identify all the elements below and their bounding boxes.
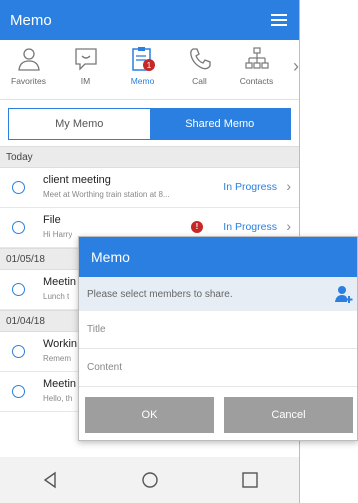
memo-title: Meetin [43,276,77,288]
select-members-field[interactable]: Please select members to share. [79,277,357,311]
dialog-title: Memo [79,237,357,277]
memo-subtitle: Meet at Worthing train station at 8... [43,190,170,199]
cancel-button[interactable]: Cancel [224,397,353,433]
nav-favorites[interactable]: Favorites [0,40,57,99]
chat-icon [74,48,97,71]
hamburger-menu-icon[interactable] [259,0,299,40]
app-title: Memo [10,11,52,29]
radio-button[interactable] [12,181,25,194]
nav-label: Favorites [11,76,46,86]
chevron-right-icon: › [286,178,291,194]
nav-label: Memo [130,76,155,86]
memo-tabs: My Memo Shared Memo [8,108,291,140]
memo-subtitle: Lunch t [43,292,70,301]
recents-icon[interactable] [230,465,270,495]
add-member-icon[interactable] [333,284,353,304]
app-bar: Memo [0,0,299,40]
memo-title: File [43,214,61,226]
radio-button[interactable] [12,221,25,234]
memo-badge: 1 [146,61,151,70]
memo-title: Meetin [43,378,77,390]
ok-button[interactable]: OK [85,397,214,433]
top-nav: Favorites IM 1 Memo Call Contacts › [0,40,299,100]
nav-label: IM [80,76,91,86]
nav-call[interactable]: Call [171,40,228,99]
tab-shared-memo[interactable]: Shared Memo [149,109,290,139]
phone-icon [189,48,211,70]
error-icon: ! [191,221,203,233]
nav-im[interactable]: IM [57,40,114,99]
memo-subtitle: Hello, th [43,394,73,403]
nav-contacts[interactable]: Contacts [228,40,285,99]
memo-subtitle: Hi Harry [43,230,73,239]
person-icon [17,48,40,71]
tab-my-memo[interactable]: My Memo [9,109,150,139]
radio-button[interactable] [12,283,25,296]
title-input[interactable]: Title [79,311,357,349]
home-icon[interactable] [130,465,170,495]
memo-title: client meeting [43,174,111,186]
radio-button[interactable] [12,385,25,398]
nav-label: Call [192,76,207,86]
memo-icon: 1 [131,47,155,71]
nav-label: Contacts [239,76,274,86]
system-nav-bar [0,457,299,503]
org-chart-icon [244,47,269,69]
members-placeholder: Please select members to share. [87,288,233,300]
memo-title: Workin [43,338,78,350]
memo-subtitle: Remem [43,354,72,363]
chevron-right-icon: › [286,218,291,234]
nav-memo[interactable]: 1 Memo [114,40,171,99]
dialog-buttons: OK Cancel [85,397,353,433]
memo-dialog: Memo Please select members to share. Tit… [78,236,358,441]
list-item[interactable]: client meeting Meet at Worthing train st… [0,168,299,208]
chevron-right-icon[interactable]: › [293,56,299,77]
content-input[interactable]: Content [79,349,357,387]
radio-button[interactable] [12,345,25,358]
back-icon[interactable] [30,465,70,495]
status-label: In Progress [223,181,277,193]
status-label: In Progress [223,221,277,233]
section-header: Today [0,146,299,168]
